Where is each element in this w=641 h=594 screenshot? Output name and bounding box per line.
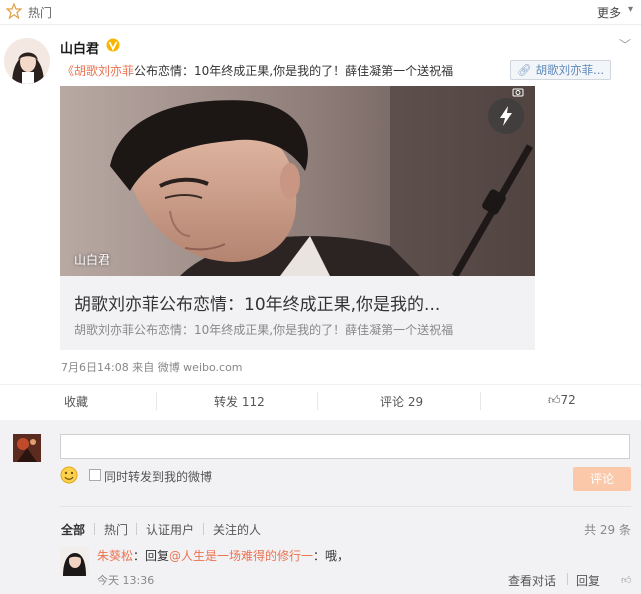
topic-tag[interactable]: 🔗︎ 胡歌刘亦菲... — [510, 60, 612, 80]
my-avatar[interactable] — [13, 434, 41, 462]
repost-button[interactable]: 转发 112 — [214, 393, 265, 410]
submit-comment-button[interactable]: 评论 — [573, 467, 631, 491]
verified-badge-icon — [106, 38, 120, 52]
favorite-button[interactable]: 收藏 — [64, 393, 88, 410]
filter-all[interactable]: 全部 — [61, 521, 85, 538]
top-bar — [0, 0, 641, 25]
comment-button[interactable]: 评论 29 — [380, 393, 423, 410]
divider — [317, 392, 318, 410]
more-button[interactable]: 更多 — [597, 4, 621, 21]
post-text: 《胡歌刘亦菲公布恋情：10年终成正果,你是我的了！薛佳凝第一个送祝福 — [62, 62, 453, 79]
image-caption: 山白君 — [74, 253, 111, 267]
divider — [94, 523, 95, 535]
divider — [480, 392, 481, 410]
title-open-bracket: 《 — [62, 64, 75, 78]
comment-time: 今天 13:36 — [97, 574, 155, 587]
reply-to-mention[interactable]: @人生是一场难得的修行一 — [169, 549, 313, 563]
divider — [156, 392, 157, 410]
thumbs-up-icon: 👍︎ — [548, 393, 561, 407]
divider — [567, 573, 568, 585]
comment-text: 朱葵松：回复@人生是一场难得的修行一：哦， — [97, 547, 349, 564]
action-bar — [0, 384, 641, 422]
view-thread-button[interactable]: 查看对话 — [508, 572, 556, 589]
like-button[interactable]: 👍︎72 — [548, 393, 576, 408]
link-card-title[interactable]: 胡歌刘亦菲公布恋情：10年终成正果,你是我的... — [74, 290, 440, 315]
chevron-down-icon[interactable]: ﹀ — [619, 36, 631, 53]
reply-button[interactable]: 回复 — [576, 572, 600, 589]
paperclip-icon: 🔗︎ — [517, 63, 532, 77]
camera-icon — [512, 88, 524, 97]
comment-total: 共 29 条 — [584, 523, 631, 537]
comment-content: ：哦， — [313, 549, 350, 563]
divider — [203, 523, 204, 535]
repost-checkbox-label[interactable]: 同时转发到我的微博 — [104, 468, 212, 485]
comment-reply-prefix: ：回复 — [133, 549, 170, 563]
topic-tag-label: 胡歌刘亦菲... — [535, 63, 605, 77]
repost-checkbox[interactable] — [89, 469, 101, 481]
chevron-down-icon[interactable]: ▾ — [628, 4, 633, 15]
flash-icon[interactable] — [488, 98, 524, 134]
divider — [60, 506, 631, 507]
like-count: 72 — [560, 393, 576, 407]
post-text-rest: 公布恋情：10年终成正果,你是我的了！薛佳凝第一个送祝福 — [134, 64, 454, 78]
comment-input[interactable] — [60, 434, 630, 459]
topic-link[interactable]: 胡歌刘亦菲 — [74, 64, 134, 78]
star-icon[interactable] — [6, 3, 22, 19]
filter-hot[interactable]: 热门 — [104, 521, 128, 538]
username[interactable]: 山白君 — [60, 38, 99, 57]
avatar[interactable] — [60, 547, 89, 576]
post-image[interactable] — [60, 86, 535, 276]
post-meta: 7月6日14:08 来自 微博 weibo.com — [61, 361, 243, 374]
filter-following[interactable]: 关注的人 — [213, 521, 261, 538]
divider — [136, 523, 137, 535]
link-card-subtitle: 胡歌刘亦菲公布恋情：10年终成正果,你是我的了！薛佳凝第一个送祝福 — [74, 323, 454, 337]
avatar[interactable] — [4, 38, 50, 84]
comment-user[interactable]: 朱葵松 — [97, 549, 133, 563]
filter-verified[interactable]: 认证用户 — [146, 521, 194, 538]
emoji-icon[interactable] — [60, 466, 78, 484]
hot-label[interactable]: 热门 — [28, 4, 52, 21]
thumbs-up-icon[interactable]: 👍︎ — [621, 574, 631, 586]
